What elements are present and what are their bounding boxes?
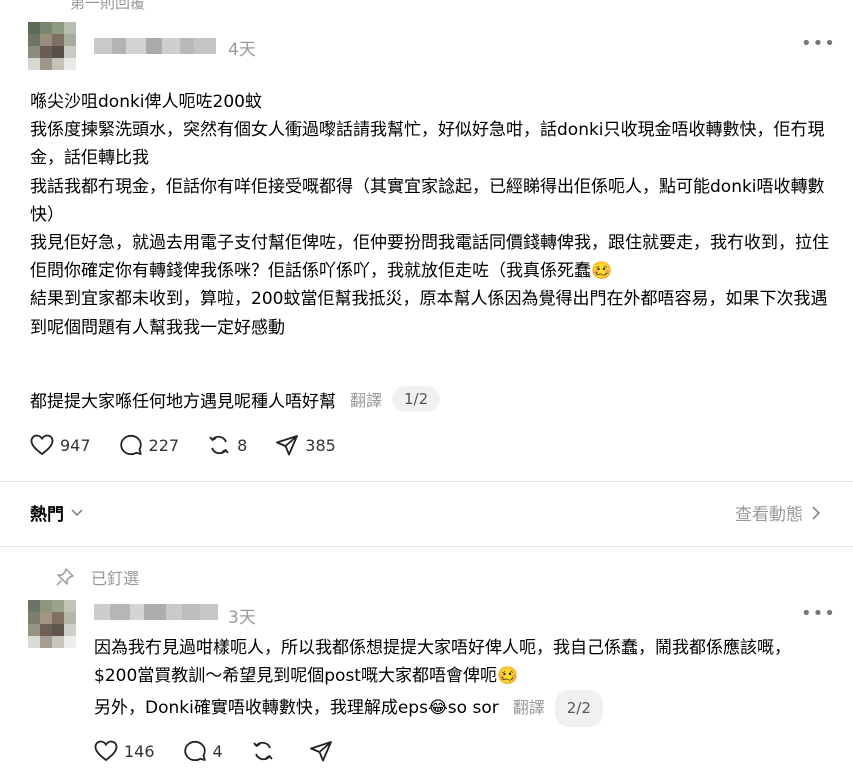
comment-icon: [183, 740, 206, 762]
like-count: 146: [124, 741, 155, 761]
pinned-label: 已釘選: [91, 569, 140, 588]
share-icon: [276, 435, 299, 456]
repost-icon: [209, 435, 229, 455]
repost-button[interactable]: [251, 740, 281, 762]
comment-icon: [119, 434, 142, 456]
repost-count: 8: [237, 435, 248, 455]
repost-button[interactable]: 8: [207, 434, 247, 456]
sort-label: 熱門: [30, 505, 64, 525]
translate-button[interactable]: 翻譯: [350, 387, 382, 411]
avatar[interactable]: [28, 22, 76, 70]
page-indicator: 1/2: [392, 386, 441, 412]
heart-icon: [94, 740, 118, 762]
post-line: 結果到宜家都未收到，算啦，200蚊當佢幫我抵災，原本幫人係因為覺得出門在外都唔容…: [30, 289, 828, 338]
like-count: 947: [60, 435, 91, 455]
more-icon[interactable]: •••: [801, 33, 836, 54]
username-blurred[interactable]: [94, 38, 216, 54]
post-line: 我係度揀緊洗頭水，突然有個女人衝過嚟話請我幫忙，好似好急咁，話donki只收現金…: [30, 120, 825, 169]
chevron-down-icon: [71, 508, 83, 516]
like-button[interactable]: 146: [94, 740, 155, 762]
activity-label: 查看動態: [735, 505, 803, 525]
post-actions: 947 227 8 385: [30, 434, 364, 456]
chevron-right-icon: [812, 505, 821, 520]
reply-last-line: 另外，Donki確實唔收轉數快，我理解成eps😂so sor: [94, 698, 499, 719]
post-body: 喺尖沙咀donki俾人呃咗200蚊 我係度揀緊洗頭水，突然有個女人衝過嚟話請我幫…: [30, 88, 830, 342]
divider: [0, 546, 853, 547]
reply-time: 3天: [228, 608, 256, 628]
pin-icon: [56, 568, 74, 586]
share-icon: [309, 741, 332, 762]
more-icon[interactable]: •••: [801, 603, 836, 624]
top-cut-text: 第一則回覆: [70, 0, 146, 12]
divider: [0, 481, 853, 482]
translate-button[interactable]: 翻譯: [513, 694, 545, 722]
comment-button[interactable]: 227: [119, 434, 180, 456]
reply-line: 因為我冇見過咁樣呃人，所以我都係想提提大家唔好俾人呃，我自己係蠢，鬧我都係應該嘅…: [94, 638, 791, 687]
reply-body: 因為我冇見過咁樣呃人，所以我都係想提提大家唔好俾人呃，我自己係蠢，鬧我都係應該嘅…: [94, 634, 834, 727]
share-button[interactable]: 385: [275, 434, 336, 456]
reply-actions: 146 4: [94, 740, 367, 762]
post-time: 4天: [228, 40, 256, 60]
repost-icon: [253, 741, 273, 761]
page-indicator: 2/2: [554, 690, 603, 727]
reply-last-line-row: 另外，Donki確實唔收轉數快，我理解成eps😂so sor 翻譯 2/2: [94, 690, 834, 727]
sort-dropdown[interactable]: 熱門: [30, 500, 84, 525]
share-button[interactable]: [309, 740, 339, 762]
view-activity-link[interactable]: 查看動態: [735, 500, 823, 525]
like-button[interactable]: 947: [30, 434, 91, 456]
comment-count: 227: [148, 435, 180, 455]
comment-button[interactable]: 4: [183, 740, 223, 762]
avatar[interactable]: [28, 600, 76, 648]
post-line: 我見佢好急，就過去用電子支付幫佢俾咗，佢仲要扮問我電話同價錢轉俾我，跟住就要走，…: [30, 233, 829, 282]
post-line: 喺尖沙咀donki俾人呃咗200蚊: [30, 92, 262, 112]
heart-icon: [30, 434, 54, 456]
pinned-indicator: 已釘選: [55, 565, 139, 589]
comment-count: 4: [212, 741, 223, 761]
share-count: 385: [305, 435, 336, 455]
post-line: 我話我都冇現金，佢話你有咩佢接受嘅都得（其實宜家諗起，已經睇得出佢係呃人，點可能…: [30, 176, 825, 225]
post-translated-line: 都提提大家喺任何地方遇見呢種人唔好幫: [30, 391, 336, 412]
username-blurred[interactable]: [94, 604, 218, 620]
post-translate-row: 都提提大家喺任何地方遇見呢種人唔好幫 翻譯 1/2: [30, 386, 441, 412]
